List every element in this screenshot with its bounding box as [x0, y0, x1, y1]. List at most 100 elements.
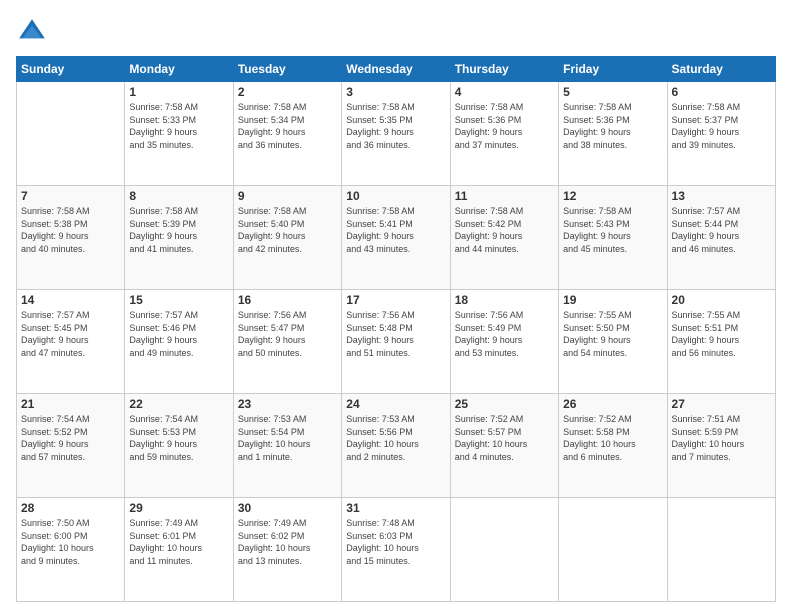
cell-info: Sunrise: 7:49 AMSunset: 6:01 PMDaylight:…	[129, 517, 228, 567]
day-number: 5	[563, 85, 662, 99]
day-number: 9	[238, 189, 337, 203]
cell-info: Sunrise: 7:58 AMSunset: 5:42 PMDaylight:…	[455, 205, 554, 255]
calendar-cell: 20 Sunrise: 7:55 AMSunset: 5:51 PMDayligh…	[667, 290, 775, 394]
calendar-cell: 11 Sunrise: 7:58 AMSunset: 5:42 PMDayligh…	[450, 186, 558, 290]
logo	[16, 16, 54, 48]
day-number: 29	[129, 501, 228, 515]
cell-info: Sunrise: 7:55 AMSunset: 5:50 PMDaylight:…	[563, 309, 662, 359]
col-header-wednesday: Wednesday	[342, 57, 450, 82]
cell-info: Sunrise: 7:57 AMSunset: 5:46 PMDaylight:…	[129, 309, 228, 359]
calendar-cell: 31 Sunrise: 7:48 AMSunset: 6:03 PMDayligh…	[342, 498, 450, 602]
day-number: 25	[455, 397, 554, 411]
col-header-tuesday: Tuesday	[233, 57, 341, 82]
calendar-cell: 9 Sunrise: 7:58 AMSunset: 5:40 PMDaylight…	[233, 186, 341, 290]
cell-info: Sunrise: 7:58 AMSunset: 5:37 PMDaylight:…	[672, 101, 771, 151]
calendar-cell: 30 Sunrise: 7:49 AMSunset: 6:02 PMDayligh…	[233, 498, 341, 602]
cell-info: Sunrise: 7:52 AMSunset: 5:58 PMDaylight:…	[563, 413, 662, 463]
day-number: 2	[238, 85, 337, 99]
cell-info: Sunrise: 7:57 AMSunset: 5:45 PMDaylight:…	[21, 309, 120, 359]
calendar-cell: 8 Sunrise: 7:58 AMSunset: 5:39 PMDaylight…	[125, 186, 233, 290]
header	[16, 16, 776, 48]
calendar-cell: 26 Sunrise: 7:52 AMSunset: 5:58 PMDayligh…	[559, 394, 667, 498]
cell-info: Sunrise: 7:53 AMSunset: 5:56 PMDaylight:…	[346, 413, 445, 463]
day-number: 30	[238, 501, 337, 515]
day-number: 26	[563, 397, 662, 411]
day-number: 18	[455, 293, 554, 307]
day-number: 17	[346, 293, 445, 307]
calendar-cell	[667, 498, 775, 602]
calendar-cell: 1Sunrise: 7:58 AMSunset: 5:33 PMDaylight…	[125, 82, 233, 186]
calendar-cell: 10Sunrise: 7:58 AMSunset: 5:41 PMDayligh…	[342, 186, 450, 290]
day-number: 19	[563, 293, 662, 307]
calendar-cell: 2 Sunrise: 7:58 AMSunset: 5:34 PMDaylight…	[233, 82, 341, 186]
calendar-cell: 3 Sunrise: 7:58 AMSunset: 5:35 PMDaylight…	[342, 82, 450, 186]
cell-info: Sunrise: 7:56 AMSunset: 5:48 PMDaylight:…	[346, 309, 445, 359]
calendar-cell: 25 Sunrise: 7:52 AMSunset: 5:57 PMDayligh…	[450, 394, 558, 498]
day-number: 28	[21, 501, 120, 515]
day-number: 8	[129, 189, 228, 203]
calendar-cell: 17 Sunrise: 7:56 AMSunset: 5:48 PMDayligh…	[342, 290, 450, 394]
cell-info: Sunrise: 7:52 AMSunset: 5:57 PMDaylight:…	[455, 413, 554, 463]
calendar-cell: 19 Sunrise: 7:55 AMSunset: 5:50 PMDayligh…	[559, 290, 667, 394]
cell-info: Sunrise: 7:53 AMSunset: 5:54 PMDaylight:…	[238, 413, 337, 463]
cell-info: Sunrise: 7:58 AMSunset: 5:40 PMDaylight:…	[238, 205, 337, 255]
cell-info: Sunrise: 7:56 AMSunset: 5:49 PMDaylight:…	[455, 309, 554, 359]
week-row-3: 21 Sunrise: 7:54 AMSunset: 5:52 PMDayligh…	[17, 394, 776, 498]
calendar-cell: 22 Sunrise: 7:54 AMSunset: 5:53 PMDayligh…	[125, 394, 233, 498]
cell-info: Sunrise: 7:58 AMSunset: 5:35 PMDaylight:…	[346, 101, 445, 151]
day-number: 11	[455, 189, 554, 203]
day-number: 14	[21, 293, 120, 307]
day-number: 7	[21, 189, 120, 203]
week-row-2: 14 Sunrise: 7:57 AMSunset: 5:45 PMDayligh…	[17, 290, 776, 394]
col-header-thursday: Thursday	[450, 57, 558, 82]
col-header-sunday: Sunday	[17, 57, 125, 82]
day-number: 22	[129, 397, 228, 411]
day-number: 10	[346, 189, 445, 203]
calendar-cell: 18 Sunrise: 7:56 AMSunset: 5:49 PMDayligh…	[450, 290, 558, 394]
calendar-cell: 12 Sunrise: 7:58 AMSunset: 5:43 PMDayligh…	[559, 186, 667, 290]
day-number: 31	[346, 501, 445, 515]
day-number: 12	[563, 189, 662, 203]
calendar-cell: 5 Sunrise: 7:58 AMSunset: 5:36 PMDaylight…	[559, 82, 667, 186]
cell-info: Sunrise: 7:48 AMSunset: 6:03 PMDaylight:…	[346, 517, 445, 567]
cell-info: Sunrise: 7:58 AMSunset: 5:34 PMDaylight:…	[238, 101, 337, 151]
calendar-cell: 7Sunrise: 7:58 AMSunset: 5:38 PMDaylight…	[17, 186, 125, 290]
cell-info: Sunrise: 7:55 AMSunset: 5:51 PMDaylight:…	[672, 309, 771, 359]
calendar-cell: 21 Sunrise: 7:54 AMSunset: 5:52 PMDayligh…	[17, 394, 125, 498]
col-header-friday: Friday	[559, 57, 667, 82]
calendar-cell: 6 Sunrise: 7:58 AMSunset: 5:37 PMDaylight…	[667, 82, 775, 186]
calendar-cell: 14 Sunrise: 7:57 AMSunset: 5:45 PMDayligh…	[17, 290, 125, 394]
cell-info: Sunrise: 7:51 AMSunset: 5:59 PMDaylight:…	[672, 413, 771, 463]
day-number: 27	[672, 397, 771, 411]
calendar-cell: 4Sunrise: 7:58 AMSunset: 5:36 PMDaylight…	[450, 82, 558, 186]
calendar-cell: 27 Sunrise: 7:51 AMSunset: 5:59 PMDayligh…	[667, 394, 775, 498]
logo-icon	[16, 16, 48, 48]
day-number: 20	[672, 293, 771, 307]
cell-info: Sunrise: 7:56 AMSunset: 5:47 PMDaylight:…	[238, 309, 337, 359]
day-number: 3	[346, 85, 445, 99]
cell-info: Sunrise: 7:57 AMSunset: 5:44 PMDaylight:…	[672, 205, 771, 255]
day-number: 23	[238, 397, 337, 411]
day-number: 24	[346, 397, 445, 411]
calendar-cell	[450, 498, 558, 602]
cell-info: Sunrise: 7:49 AMSunset: 6:02 PMDaylight:…	[238, 517, 337, 567]
day-number: 4	[455, 85, 554, 99]
week-row-4: 28 Sunrise: 7:50 AMSunset: 6:00 PMDayligh…	[17, 498, 776, 602]
day-number: 6	[672, 85, 771, 99]
calendar-cell: 16Sunrise: 7:56 AMSunset: 5:47 PMDayligh…	[233, 290, 341, 394]
cell-info: Sunrise: 7:54 AMSunset: 5:52 PMDaylight:…	[21, 413, 120, 463]
cell-info: Sunrise: 7:58 AMSunset: 5:36 PMDaylight:…	[563, 101, 662, 151]
cell-info: Sunrise: 7:58 AMSunset: 5:33 PMDaylight:…	[129, 101, 228, 151]
cell-info: Sunrise: 7:58 AMSunset: 5:43 PMDaylight:…	[563, 205, 662, 255]
cell-info: Sunrise: 7:50 AMSunset: 6:00 PMDaylight:…	[21, 517, 120, 567]
cell-info: Sunrise: 7:54 AMSunset: 5:53 PMDaylight:…	[129, 413, 228, 463]
day-number: 21	[21, 397, 120, 411]
calendar-cell: 24 Sunrise: 7:53 AMSunset: 5:56 PMDayligh…	[342, 394, 450, 498]
day-number: 15	[129, 293, 228, 307]
day-number: 13	[672, 189, 771, 203]
calendar-cell	[559, 498, 667, 602]
cell-info: Sunrise: 7:58 AMSunset: 5:39 PMDaylight:…	[129, 205, 228, 255]
calendar-cell	[17, 82, 125, 186]
page: SundayMondayTuesdayWednesdayThursdayFrid…	[0, 0, 792, 612]
calendar-table: SundayMondayTuesdayWednesdayThursdayFrid…	[16, 56, 776, 602]
